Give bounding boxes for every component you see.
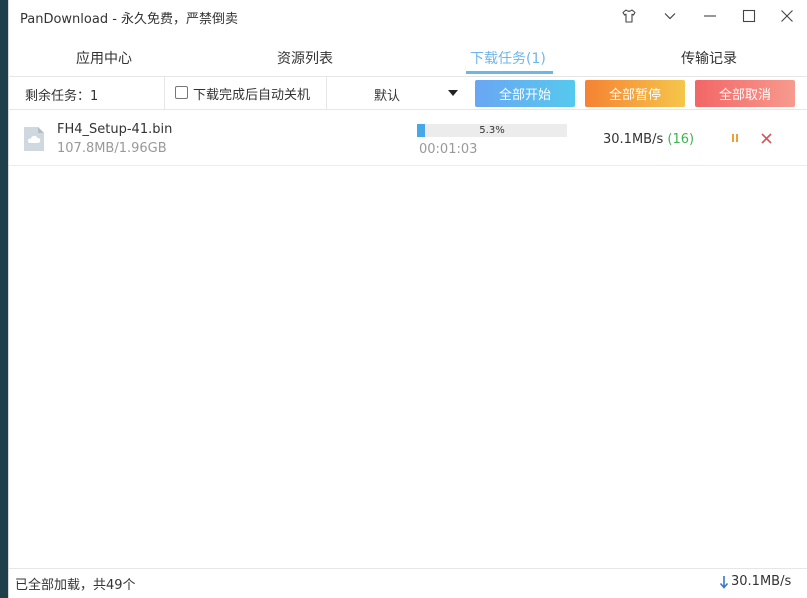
- chevron-down-icon: [664, 13, 676, 20]
- sort-order-select[interactable]: 默认: [327, 77, 464, 109]
- close-icon: [760, 132, 772, 144]
- app-window: PanDownload - 永久免费，严禁倒卖 应用中心 资源列表 下载任务(1…: [8, 0, 807, 598]
- status-bar: 已全部加载，共49个 30.1MB/s: [9, 568, 807, 598]
- auto-shutdown-label[interactable]: 下载完成后自动关机: [193, 84, 310, 103]
- maximize-icon: [742, 9, 756, 23]
- tab-resource-list[interactable]: 资源列表: [277, 48, 333, 68]
- tab-app-center[interactable]: 应用中心: [76, 48, 132, 68]
- cancel-all-button[interactable]: 全部取消: [695, 80, 795, 107]
- pause-all-button[interactable]: 全部暂停: [585, 80, 685, 107]
- status-total-speed: 30.1MB/s: [731, 574, 792, 589]
- maximize-button[interactable]: [735, 4, 763, 28]
- download-arrow-icon: [719, 576, 729, 589]
- close-button[interactable]: [773, 4, 801, 28]
- task-speed-value: 30.1MB/s: [603, 132, 664, 147]
- shirt-icon: [622, 9, 636, 23]
- download-task-row[interactable]: FH4_Setup-41.bin 107.8MB/1.96GB 5.3% 00:…: [9, 110, 807, 166]
- remaining-tasks-count: 剩余任务：1: [25, 89, 99, 104]
- tab-download-tasks[interactable]: 下载任务(1): [470, 48, 546, 68]
- pause-icon: [732, 134, 738, 142]
- minimize-button[interactable]: [696, 4, 724, 28]
- cancel-task-button[interactable]: [758, 130, 774, 146]
- start-all-button[interactable]: 全部开始: [475, 80, 575, 107]
- menu-dropdown-button[interactable]: [656, 4, 684, 28]
- skin-button[interactable]: [615, 4, 643, 28]
- task-progress-bar: 5.3%: [417, 124, 567, 137]
- active-tab-indicator: [466, 71, 553, 74]
- auto-shutdown-checkbox[interactable]: [175, 86, 188, 99]
- task-toolbar: 剩余任务：1 下载完成后自动关机 默认 全部开始 全部暂停 全部取消: [9, 76, 807, 110]
- task-file-name: FH4_Setup-41.bin: [57, 122, 173, 137]
- tab-transfer-history[interactable]: 传输记录: [681, 48, 737, 68]
- pause-task-button[interactable]: [727, 130, 743, 146]
- task-elapsed-time: 00:01:03: [419, 142, 478, 157]
- sort-order-value: 默认: [374, 89, 401, 104]
- task-connection-count: (16): [667, 132, 695, 147]
- task-speed: 30.1MB/s (16): [603, 132, 694, 147]
- toolbar-divider: [164, 77, 165, 109]
- close-icon: [781, 10, 793, 22]
- window-title: PanDownload - 永久免费，严禁倒卖: [20, 12, 239, 27]
- task-size-progress: 107.8MB/1.96GB: [57, 141, 167, 156]
- task-progress-percent: 5.3%: [479, 125, 505, 136]
- main-tabs: 应用中心 资源列表 下载任务(1) 传输记录: [9, 40, 807, 76]
- title-bar: PanDownload - 永久免费，严禁倒卖: [9, 0, 807, 34]
- status-loaded-count: 已全部加载，共49个: [15, 578, 136, 593]
- file-icon: [24, 127, 44, 151]
- caret-down-icon: [448, 90, 458, 96]
- minimize-icon: [704, 15, 716, 17]
